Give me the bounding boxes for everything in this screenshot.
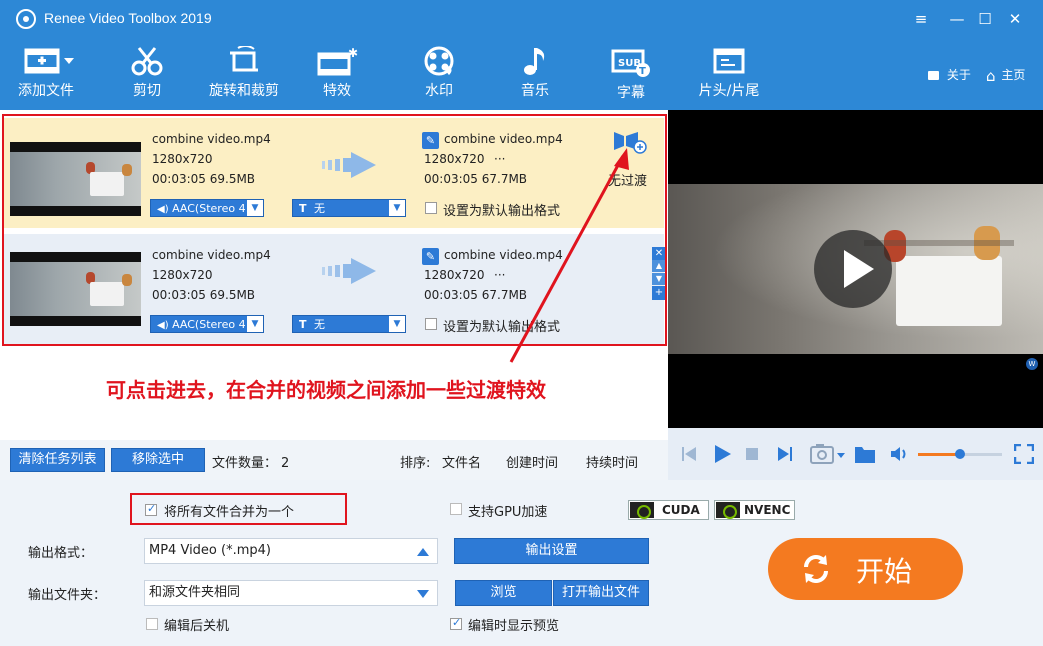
volume-knob[interactable] bbox=[955, 449, 965, 459]
file-count: 文件数量： 2 bbox=[212, 456, 290, 471]
sort-label: 排序: bbox=[400, 456, 431, 471]
subtitle-icon: SUB T bbox=[611, 49, 650, 77]
title-bar: Renee Video Toolbox 2019 ≡ — ☐ ✕ bbox=[0, 0, 1043, 38]
next-icon[interactable] bbox=[776, 445, 794, 463]
toolbar-label-effects: 特效 bbox=[323, 83, 351, 99]
watermark-badge-icon: W bbox=[1026, 358, 1038, 370]
watermark-icon bbox=[424, 46, 454, 76]
menu-button[interactable]: ≡ bbox=[910, 8, 932, 30]
nvidia-icon bbox=[716, 502, 740, 519]
effects-icon: ✱ bbox=[317, 46, 358, 76]
volume-icon[interactable] bbox=[890, 445, 910, 463]
watermark-button[interactable]: 水印 bbox=[414, 46, 464, 106]
about-button[interactable]: 关于 bbox=[928, 66, 971, 83]
maximize-button[interactable]: ☐ bbox=[974, 8, 996, 30]
rotate-crop-button[interactable]: 旋转和裁剪 bbox=[204, 46, 284, 106]
nvenc-badge: NVENC bbox=[714, 500, 795, 520]
effects-button[interactable]: ✱ 特效 bbox=[312, 46, 362, 106]
stop-icon[interactable] bbox=[746, 448, 758, 460]
cuda-badge: CUDA bbox=[628, 500, 709, 520]
rotate-crop-icon bbox=[230, 46, 258, 72]
add-file-button[interactable]: 添加文件 bbox=[12, 46, 80, 106]
lock-icon bbox=[928, 71, 939, 80]
svg-text:✱: ✱ bbox=[348, 46, 358, 60]
nvidia-icon bbox=[630, 502, 654, 519]
toolbar-label-watermark: 水印 bbox=[425, 83, 453, 99]
chevron-down-icon bbox=[417, 590, 429, 598]
svg-text:T: T bbox=[639, 66, 646, 77]
annotation-text: 可点击进去，在合并的视频之间添加一些过渡特效 bbox=[106, 378, 546, 402]
app-logo-icon bbox=[16, 9, 36, 29]
annotation-arrow bbox=[509, 148, 629, 363]
toolbar-label-subtitle: 字幕 bbox=[617, 85, 645, 101]
output-settings-button[interactable]: 输出设置 bbox=[454, 538, 649, 564]
player-controls bbox=[668, 428, 1043, 480]
output-folder-select[interactable]: 和源文件夹相同 bbox=[144, 580, 438, 606]
folder-icon[interactable] bbox=[854, 444, 876, 464]
snapshot-icon[interactable] bbox=[810, 443, 848, 465]
refresh-icon bbox=[804, 555, 828, 583]
shutdown-after-edit-label: 编辑后关机 bbox=[164, 619, 230, 634]
clear-task-list-button[interactable]: 清除任务列表 bbox=[10, 448, 105, 472]
music-icon bbox=[524, 48, 545, 75]
close-button[interactable]: ✕ bbox=[1004, 8, 1026, 30]
sort-by-created[interactable]: 创建时间 bbox=[506, 452, 558, 471]
show-preview-label: 编辑时显示预览 bbox=[468, 619, 560, 634]
previous-icon[interactable] bbox=[680, 445, 698, 463]
main-toolbar: 添加文件 剪切 旋转和裁剪 ✱ 特效 水印 音乐 SUB T 字幕 片头/片尾 bbox=[0, 38, 1043, 110]
window-title: Renee Video Toolbox 2019 bbox=[44, 10, 212, 26]
fullscreen-icon[interactable] bbox=[1014, 444, 1034, 464]
start-label: 开始 bbox=[856, 555, 913, 588]
toolbar-label-music: 音乐 bbox=[521, 83, 549, 99]
toolbar-label-intro-outro: 片头/片尾 bbox=[698, 83, 760, 99]
home-icon: ⌂ bbox=[986, 67, 996, 85]
intro-outro-button[interactable]: 片头/片尾 bbox=[692, 46, 766, 106]
home-button[interactable]: ⌂ 主页 bbox=[986, 66, 1025, 85]
gpu-acceleration-checkbox[interactable] bbox=[450, 503, 462, 515]
toolbar-label-add-file: 添加文件 bbox=[18, 83, 74, 99]
cut-button[interactable]: 剪切 bbox=[118, 46, 176, 106]
about-label: 关于 bbox=[946, 68, 971, 82]
remove-selected-button[interactable]: 移除选中 bbox=[111, 448, 205, 472]
shutdown-after-edit-checkbox[interactable] bbox=[146, 618, 158, 630]
sort-by-duration[interactable]: 持续时间 bbox=[586, 452, 638, 471]
list-footer: 清除任务列表 移除选中 文件数量： 2 排序: 文件名 创建时间 持续时间 bbox=[0, 444, 668, 480]
add-file-icon bbox=[24, 48, 74, 74]
output-format-select[interactable]: MP4 Video (*.mp4) bbox=[144, 538, 438, 564]
subtitle-button[interactable]: SUB T 字幕 bbox=[606, 46, 656, 106]
music-button[interactable]: 音乐 bbox=[510, 46, 560, 106]
gpu-acceleration-label: 支持GPU加速 bbox=[468, 505, 548, 520]
show-preview-checkbox[interactable] bbox=[450, 616, 462, 630]
toolbar-label-rotate-crop: 旋转和裁剪 bbox=[209, 83, 279, 99]
volume-fill bbox=[918, 453, 960, 456]
home-label: 主页 bbox=[1001, 68, 1026, 82]
intro-outro-icon bbox=[713, 48, 745, 74]
toolbar-label-cut: 剪切 bbox=[133, 83, 161, 99]
browse-button[interactable]: 浏览 bbox=[455, 580, 552, 606]
output-folder-label: 输出文件夹： bbox=[28, 588, 107, 603]
play-overlay-button[interactable] bbox=[814, 230, 892, 308]
highlight-box bbox=[130, 493, 347, 525]
sort-by-name[interactable]: 文件名 bbox=[442, 452, 481, 471]
open-output-folder-button[interactable]: 打开输出文件 bbox=[553, 580, 649, 606]
scissors-icon bbox=[131, 47, 163, 76]
minimize-button[interactable]: — bbox=[946, 8, 968, 30]
chevron-up-icon bbox=[417, 548, 429, 556]
output-format-label: 输出格式： bbox=[28, 546, 94, 561]
play-icon[interactable] bbox=[712, 444, 732, 464]
start-button[interactable]: 开始 bbox=[768, 538, 963, 600]
